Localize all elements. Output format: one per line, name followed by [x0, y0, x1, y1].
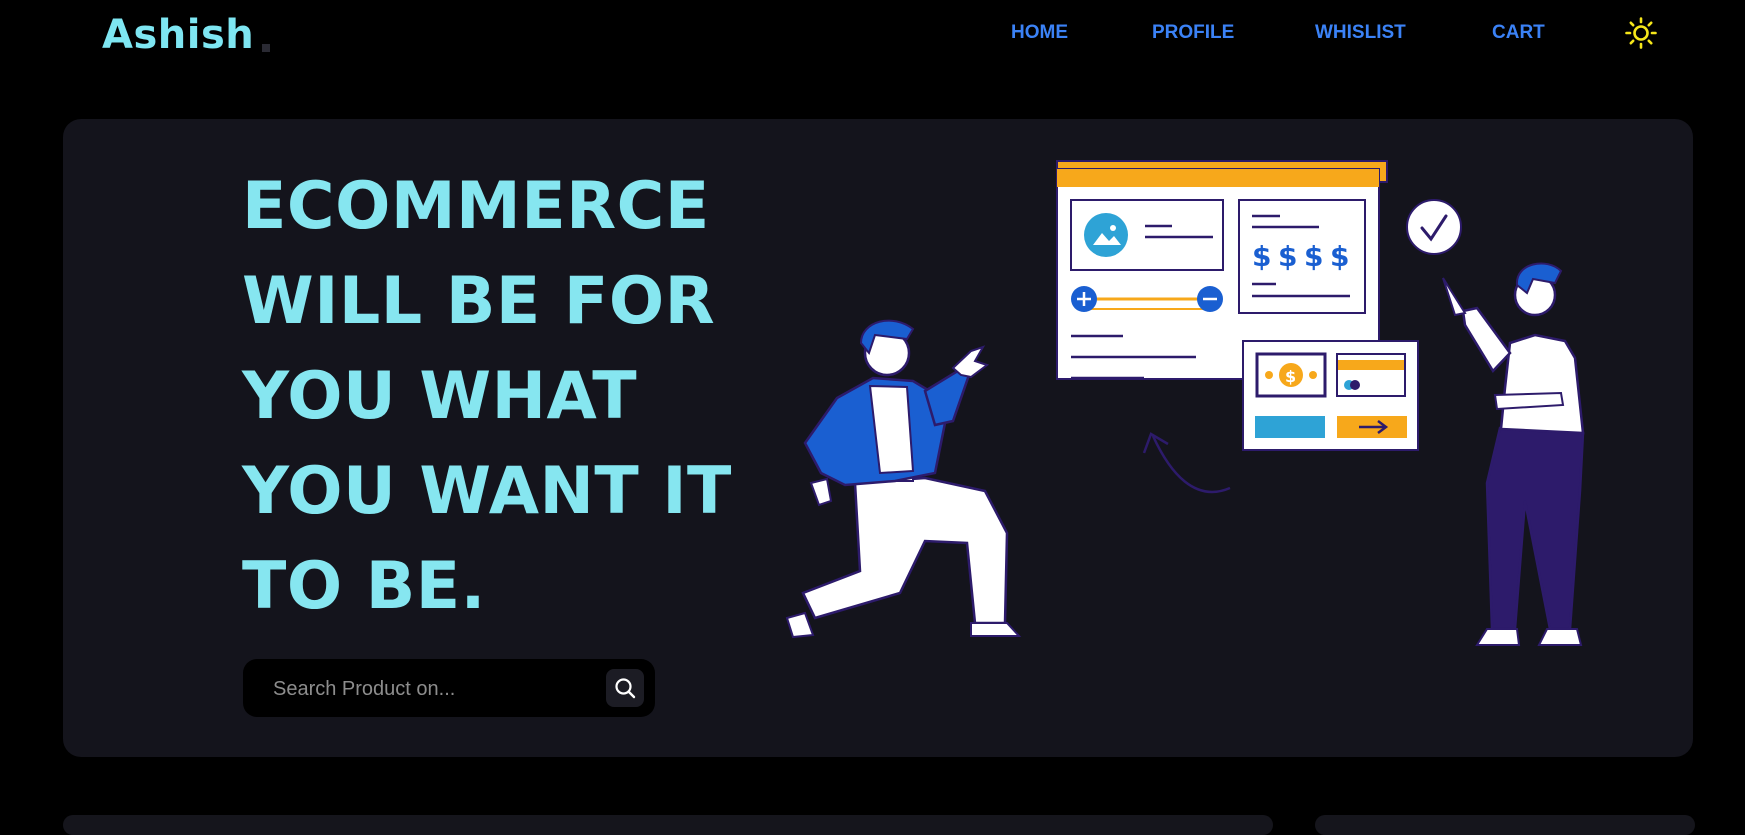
hero-headline: ECOMMERCE WILL BE FOR YOU WHAT YOU WANT … [242, 159, 762, 634]
price-symbol: $ [1330, 240, 1349, 273]
nav-item-home[interactable]: HOME [1011, 22, 1068, 44]
search-input[interactable] [271, 659, 575, 719]
ecommerce-illustration: $ $ $ $ $ [785, 160, 1585, 646]
person-right-graphic [1442, 262, 1585, 646]
hero-headline-line: WILL BE FOR [242, 264, 716, 339]
hero-headline-line: ECOMMERCE [242, 169, 710, 244]
coin-symbol: $ [1285, 367, 1296, 386]
hero-headline-line: TO BE. [242, 549, 486, 624]
price-symbol: $ [1278, 240, 1297, 273]
nav-item-wishlist[interactable]: WHISLIST [1315, 22, 1406, 44]
payment-card-graphic: $ [1242, 340, 1419, 451]
content-card-left [63, 815, 1273, 835]
price-symbol: $ [1304, 240, 1323, 273]
theme-toggle-button[interactable] [1624, 16, 1658, 50]
curved-arrow-icon [1151, 435, 1231, 494]
search-bar [243, 659, 655, 719]
hero-headline-line: YOU WANT IT [242, 454, 732, 529]
price-symbol: $ [1252, 240, 1271, 273]
image-icon [1084, 213, 1128, 257]
navbar: Ashish HOME PROFILE WHISLIST CART [0, 0, 1745, 72]
brand-logo[interactable]: Ashish [102, 12, 254, 58]
sun-icon [1625, 17, 1657, 49]
hero-headline-line: YOU WHAT [242, 359, 638, 434]
check-icon [1406, 199, 1462, 255]
nav-item-profile[interactable]: PROFILE [1152, 22, 1234, 44]
person-left-graphic [785, 319, 1022, 639]
nav-item-cart[interactable]: CART [1492, 22, 1545, 44]
hero-card: ECOMMERCE WILL BE FOR YOU WHAT YOU WANT … [63, 119, 1693, 757]
search-icon [615, 678, 636, 699]
brand-dot [262, 44, 270, 52]
search-button[interactable] [606, 669, 644, 707]
content-card-right [1315, 815, 1695, 835]
